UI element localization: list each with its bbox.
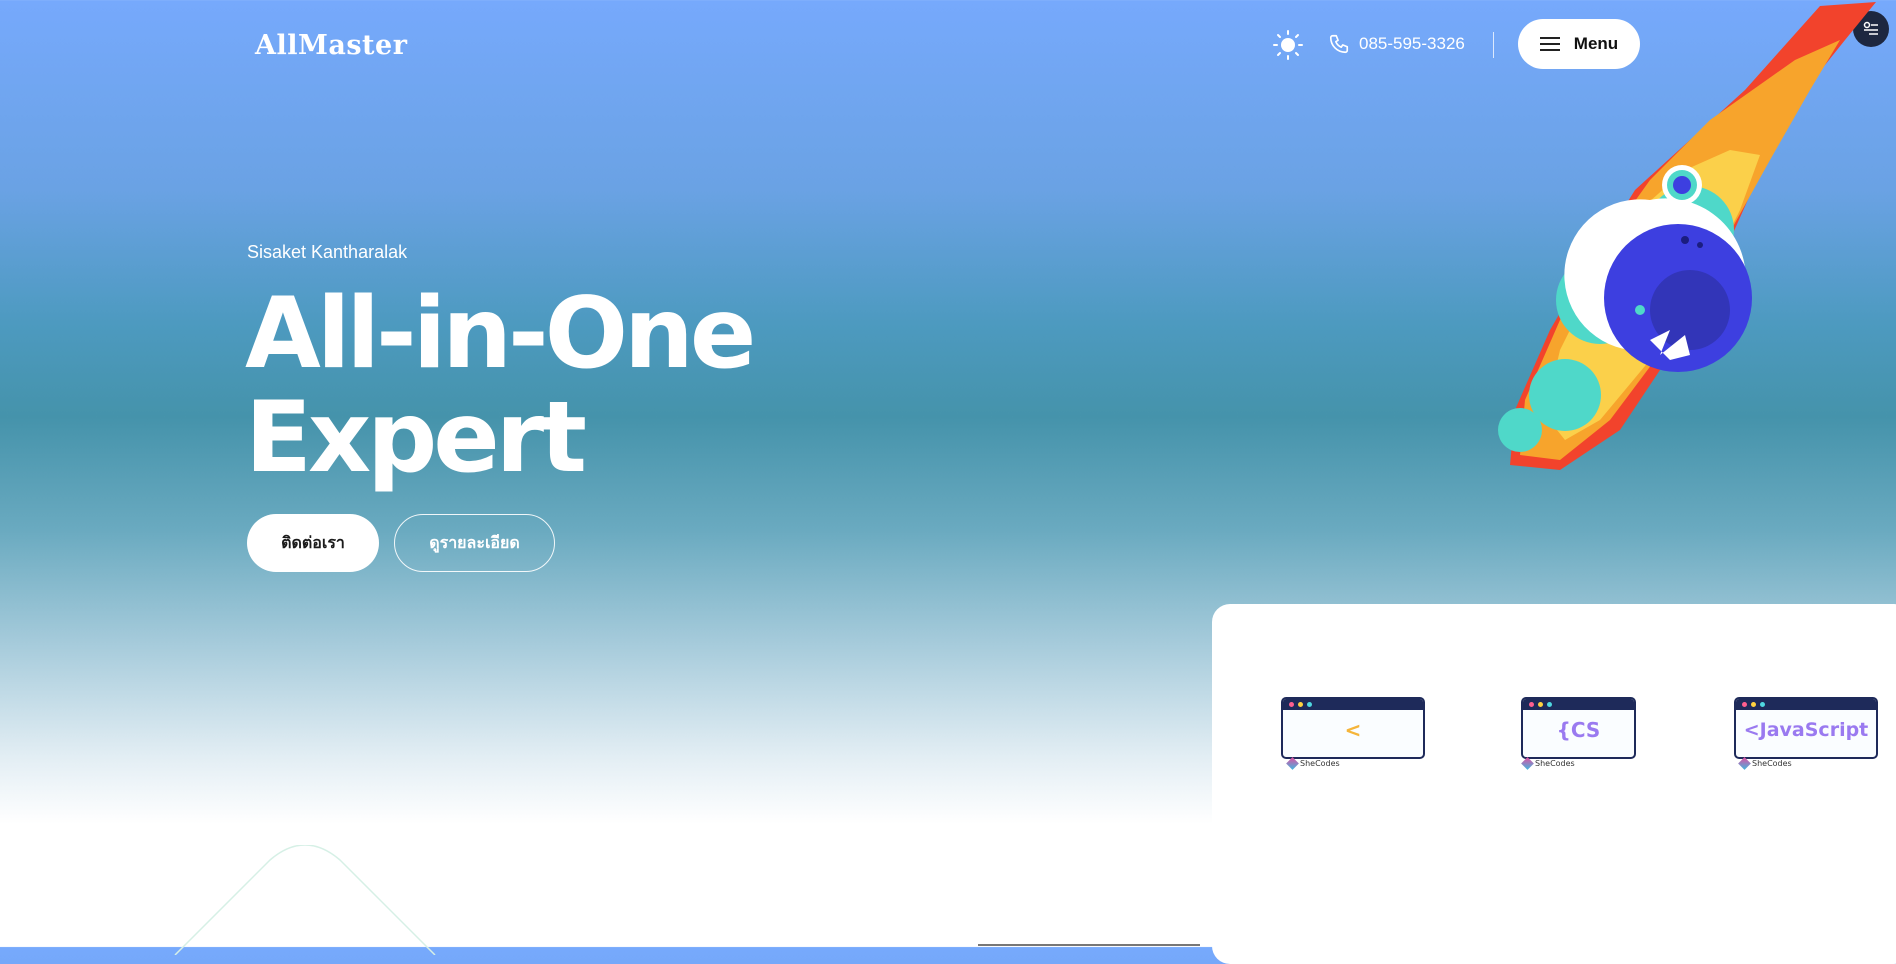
details-button[interactable]: ดูรายละเอียด <box>394 514 555 572</box>
hero-title-line2: Expert <box>245 381 587 495</box>
hero-title-line1: All-in-One <box>245 277 756 391</box>
shecodes-badge: SheCodes <box>1521 757 1575 770</box>
shecodes-badge: SheCodes <box>1286 757 1340 770</box>
code-tile-text: < <box>1344 718 1362 742</box>
code-tile: <JavaScript <box>1734 697 1878 759</box>
sun-icon[interactable] <box>1272 29 1304 61</box>
code-tile: {CS <box>1521 697 1636 759</box>
phone-icon <box>1329 34 1349 54</box>
meteor-illustration <box>1498 2 1876 470</box>
shecodes-badge: SheCodes <box>1738 757 1792 770</box>
hero-subtitle: Sisaket Kantharalak <box>247 242 408 262</box>
contact-button[interactable]: ติดต่อเรา <box>247 514 379 572</box>
code-tile: < <box>1281 697 1425 759</box>
decorative-outline-shape <box>174 845 436 955</box>
brand-logo[interactable]: AllMaster <box>255 30 407 61</box>
code-tile-text: {CS <box>1556 718 1601 742</box>
showcase-card <box>1212 604 1896 964</box>
code-tile-text: <JavaScript <box>1743 719 1869 741</box>
hero-title: All-in-One Expert <box>245 282 756 490</box>
bottom-divider <box>978 944 1200 946</box>
